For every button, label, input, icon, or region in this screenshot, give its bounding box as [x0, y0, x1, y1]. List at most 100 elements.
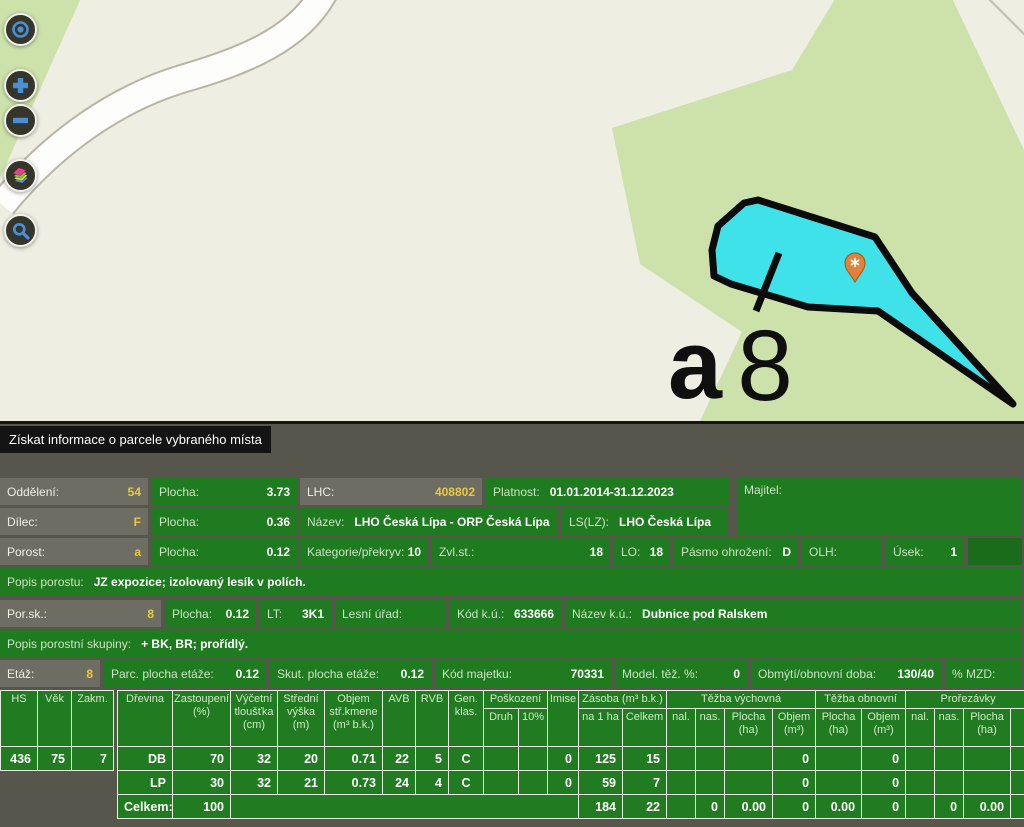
app-window: a 8 — [0, 0, 1024, 827]
cell-plocha-vych — [725, 771, 773, 795]
info-row-por-sk: Por.sk.:8 Plocha:0.12 LT:3K1 Lesní úřad:… — [0, 600, 1024, 627]
field-popis-skupiny: Popis porostní skupiny:+ BK, BR; prořídl… — [0, 630, 1022, 657]
cell-drevina: DB — [118, 747, 173, 771]
info-row-popis-skupiny: Popis porostní skupiny:+ BK, BR; prořídl… — [0, 630, 1024, 657]
cell-objem-obn: 0 — [862, 771, 906, 795]
col-nas-vych: nas. — [696, 709, 725, 747]
cell-objem-obn-total: 0 — [862, 795, 906, 819]
cell-zastoupeni: 70 — [173, 747, 231, 771]
col-vycetni-tloustka: Výčetní tloušťka (cm) — [231, 691, 278, 747]
cell-stredni: 21 — [278, 771, 325, 795]
field-nazev: Název:LHO Česká Lípa - ORP Česká Lípa — [300, 508, 558, 535]
field-popis-porostu: Popis porostu:JZ expozice; izolovaný les… — [0, 568, 1022, 596]
col-objem-vych: Objem (m³) — [773, 709, 816, 747]
cell-nal-vych-total — [667, 795, 696, 819]
cell-cutoff — [1011, 771, 1024, 795]
map-graphics: a 8 — [0, 0, 1024, 421]
cell-imise: 0 — [548, 771, 579, 795]
field-kod-ku: Kód k.ú.:633666 — [450, 600, 561, 627]
cell-cutoff — [1011, 747, 1024, 771]
cell-nal-pror — [906, 771, 935, 795]
info-row-oddeleni: Oddělení:54 Plocha:3.73 LHC:408802 Platn… — [0, 478, 1024, 505]
field-plocha-por-sk: Plocha:0.12 — [165, 600, 256, 627]
field-olh: OLH: — [802, 538, 882, 565]
cell-10pct — [519, 771, 548, 795]
field-lesni-urad: Lesní úřad: — [335, 600, 446, 627]
locate-button[interactable] — [4, 13, 37, 46]
field-mzd: % MZD: — [945, 660, 1022, 687]
field-kod-majetku: Kód majetku:70331 — [435, 660, 611, 687]
info-row-dilec: Dílec:F Plocha:0.36 Název:LHO Česká Lípa… — [0, 508, 1024, 535]
col-vek: Věk — [38, 691, 72, 747]
locate-icon — [10, 19, 31, 40]
col-plocha-obn: Plocha (ha) — [816, 709, 862, 747]
parcel-label-letter: a — [668, 310, 723, 419]
field-nazev-ku: Název k.ú.:Dubnice pod Ralskem — [565, 600, 1022, 627]
cell-objem-obn: 0 — [862, 747, 906, 771]
cell-nal-vych — [667, 771, 696, 795]
cell-vycetni: 32 — [231, 771, 278, 795]
cell-hs: 436 — [1, 747, 38, 771]
parcel-info-panel: Získat informace o parcele vybraného mís… — [0, 421, 1024, 827]
cell-plocha-vych — [725, 747, 773, 771]
cell-zastoupeni: 30 — [173, 771, 231, 795]
cell-vycetni: 32 — [231, 747, 278, 771]
field-lo: LO:18 — [614, 538, 670, 565]
cell-nas-pror — [935, 747, 964, 771]
field-oddeleni: Oddělení:54 — [0, 478, 148, 505]
cell-celkem: 15 — [623, 747, 667, 771]
field-plocha-dilec: Plocha:0.36 — [152, 508, 297, 535]
colgroup-zasoba: Zásoba (m³ b.k.) — [579, 691, 667, 709]
cell-cutoff — [1011, 795, 1024, 819]
search-button[interactable] — [4, 214, 37, 247]
field-zvl-st: Zvl.st.:18 — [432, 538, 610, 565]
cell-druh — [484, 771, 519, 795]
zoom-in-button[interactable] — [4, 69, 37, 102]
field-lhc: LHC:408802 — [300, 478, 482, 505]
cell-nas-pror — [935, 771, 964, 795]
col-zastoupeni: Zastoupení (%) — [173, 691, 231, 747]
cell-vek: 75 — [38, 747, 72, 771]
field-etaz: Etáž:8 — [0, 660, 100, 687]
minus-icon — [11, 111, 30, 130]
cell-plocha-obn — [816, 771, 862, 795]
col-nal-vych: nal. — [667, 709, 696, 747]
field-pasmo-ohrozeni: Pásmo ohrožení:D — [674, 538, 798, 565]
cell-na-1-ha-total: 184 — [579, 795, 623, 819]
species-row-lp: LP 30 32 21 0.73 24 4 C 0 59 7 0 0 — [118, 771, 1024, 795]
cell-avb: 22 — [383, 747, 416, 771]
total-row: Celkem: 100 184 22 0 0.00 0 0.00 0 0 0.0… — [118, 795, 1024, 819]
map-canvas[interactable]: a 8 — [0, 0, 1024, 421]
info-row-etaz: Etáž:8 Parc. plocha etáže:0.12 Skut. plo… — [0, 660, 1024, 687]
col-zakm: Zakm. — [72, 691, 114, 747]
cell-nal-vych — [667, 747, 696, 771]
cell-na-1-ha: 59 — [579, 771, 623, 795]
cell-nas-vych — [696, 771, 725, 795]
cell-plocha-pror — [964, 771, 1011, 795]
col-cutoff — [1011, 709, 1024, 747]
field-platnost: Platnost:01.01.2014-31.12.2023 — [486, 478, 729, 505]
colgroup-tezba-vychovna: Těžba výchovná — [667, 691, 816, 709]
layers-icon — [9, 164, 32, 187]
plus-icon — [11, 76, 30, 95]
cell-objem-vych: 0 — [773, 771, 816, 795]
cell-plocha-obn — [816, 747, 862, 771]
cell-nal-pror — [906, 747, 935, 771]
field-lt: LT:3K1 — [260, 600, 331, 627]
colgroup-poskozeni: Poškození — [484, 691, 548, 709]
col-objem-kmene: Objem stř.kmene (m³ b.k.) — [325, 691, 383, 747]
cell-plocha-pror — [964, 747, 1011, 771]
info-row-popis-porostu: Popis porostu:JZ expozice; izolovaný les… — [0, 568, 1024, 596]
field-dilec: Dílec:F — [0, 508, 148, 535]
field-model-tez: Model. těž. %:0 — [615, 660, 747, 687]
cell-druh — [484, 747, 519, 771]
zoom-out-button[interactable] — [4, 104, 37, 137]
layers-button[interactable] — [4, 159, 37, 192]
cell-objem-vych: 0 — [773, 747, 816, 771]
field-usek: Úsek:1 — [886, 538, 964, 565]
col-plocha-pror: Plocha (ha) — [964, 709, 1011, 747]
cell-stredni: 20 — [278, 747, 325, 771]
field-porost: Porost:a — [0, 538, 148, 565]
species-row-db: DB 70 32 20 0.71 22 5 C 0 125 15 0 0 — [118, 747, 1024, 771]
col-celkem: Celkem — [623, 709, 667, 747]
